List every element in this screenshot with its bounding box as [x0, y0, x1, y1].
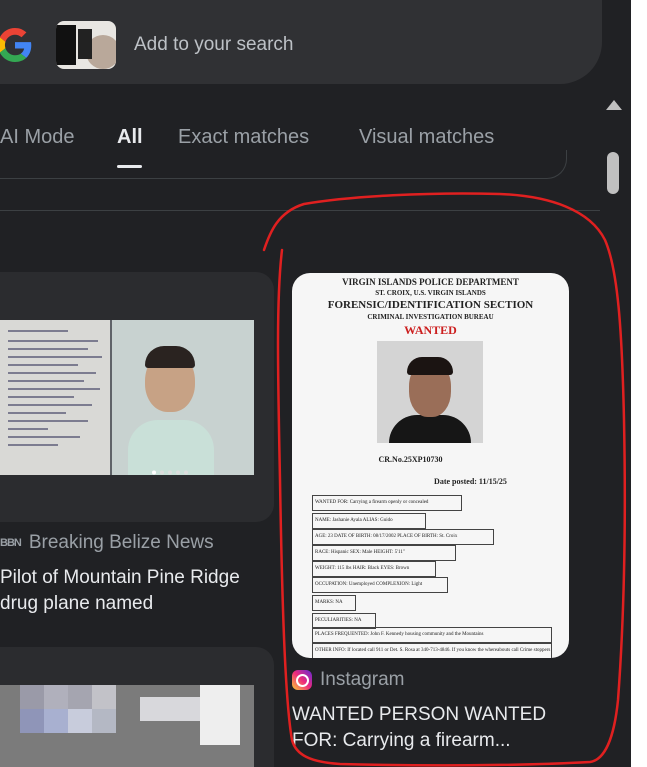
result-image-blurred[interactable]: [0, 647, 274, 767]
results-pane: Add to your search AI Mode All Exact mat…: [0, 0, 631, 767]
vertical-scrollbar[interactable]: [602, 96, 626, 767]
search-input[interactable]: Add to your search: [134, 34, 293, 56]
instagram-icon: [292, 670, 312, 690]
result-title-belize[interactable]: Pilot of Mountain Pine Ridge drug plane …: [0, 565, 240, 617]
result-image-wanted-poster[interactable]: VIRGIN ISLANDS POLICE DEPARTMENT ST. CRO…: [292, 273, 569, 658]
tab-visual-matches[interactable]: Visual matches: [359, 126, 494, 149]
collapsed-panel-edge: [0, 150, 567, 179]
query-image-thumbnail[interactable]: [56, 21, 116, 69]
window-edge: [631, 0, 647, 767]
tab-all[interactable]: All: [117, 126, 143, 149]
result-title-wanted[interactable]: WANTED PERSON WANTED FOR: Carrying a fir…: [292, 702, 546, 754]
result-image-belize[interactable]: [0, 272, 274, 522]
result-source-belize[interactable]: BBN Breaking Belize News: [0, 532, 214, 554]
scrollbar-thumb[interactable]: [607, 152, 619, 194]
search-bar[interactable]: Add to your search: [0, 0, 602, 84]
tab-ai-mode[interactable]: AI Mode: [0, 126, 74, 149]
mugshot-photo: [377, 341, 483, 443]
tab-exact-matches[interactable]: Exact matches: [178, 126, 309, 149]
divider: [0, 210, 600, 211]
google-logo-icon: [0, 28, 32, 62]
scroll-up-icon[interactable]: [606, 100, 622, 110]
result-source-wanted[interactable]: Instagram: [292, 669, 404, 691]
bbn-favicon-icon: BBN: [0, 537, 22, 549]
